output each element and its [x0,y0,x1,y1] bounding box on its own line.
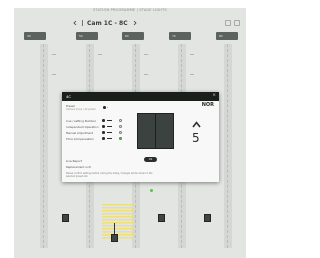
track-lane [40,44,48,248]
preset-sub: Camera move / 4C preset [66,107,96,111]
column-header-6c[interactable]: 6C [122,32,144,40]
screen: STATION PROGRAMME | STAGE LIGHTS Cam 1C … [0,0,258,258]
field-label-2: Independent Operation [66,125,99,129]
field-value-3[interactable] [107,132,112,133]
field-radio-3[interactable] [119,131,122,134]
lane-tick [144,54,148,55]
track-lane [224,44,232,248]
toolbar-button-1[interactable] [225,20,231,26]
field-radio-4-selected[interactable] [119,137,122,140]
lane-tick [98,54,102,55]
lane-tick [144,74,148,75]
status-label: NOR [201,102,214,108]
field-indicator-2 [102,125,105,128]
column-header-row: 4C 5C 6C 7C 8C [24,32,239,40]
column-header-4c[interactable]: 4C [24,32,46,40]
preset-indicator [103,106,106,109]
replacement-link[interactable]: Replacement unit [66,165,91,169]
preset-arrow-icon[interactable]: ▸ [107,106,108,109]
timeline-block[interactable] [158,214,165,222]
dialog-header: 4C × [62,92,219,101]
ok-button[interactable]: Ok [144,157,157,162]
toolbar-button-2[interactable] [234,20,240,26]
page-title: Cam 1C - 8C [87,19,128,27]
lane-tick [190,74,194,75]
column-header-8c[interactable]: 8C [216,32,238,40]
lane-tick [52,74,56,75]
column-label: 5C [79,34,84,38]
highlight-region [102,204,134,240]
status-node[interactable] [150,189,153,192]
field-value-2[interactable] [107,126,112,127]
field-label-3: Manual Adjustment [66,131,94,135]
field-value-1[interactable] [107,120,112,121]
field-indicator-1 [102,119,105,122]
preview-panel [137,113,174,149]
timeline-block[interactable] [204,214,211,222]
window-toolbar [225,20,240,26]
column-label: 7C [172,34,177,38]
column-header-7c[interactable]: 7C [169,32,191,40]
settings-dialog: 4C × Preset Camera move / 4C preset ▸ Cu… [62,92,219,182]
field-label-4: Time Compensation [66,137,94,141]
live-report-link[interactable]: Live Report [66,159,82,163]
column-label: 6C [125,34,130,38]
arrow-left-icon[interactable] [72,20,78,26]
field-radio-2[interactable] [119,125,122,128]
title-divider [82,20,83,26]
column-label: 8C [219,34,224,38]
close-icon[interactable]: × [212,93,216,99]
field-indicator-4 [102,137,105,140]
value-display: 5 [192,131,200,145]
lane-tick [190,54,194,55]
column-header-5c[interactable]: 5C [76,32,98,40]
field-indicator-3 [102,131,105,134]
field-label-1: Cue / setting Number [66,119,96,123]
title-bar: Cam 1C - 8C [72,17,138,29]
lane-tick [52,54,56,55]
timeline-block[interactable] [62,214,69,222]
dialog-title: 4C [66,93,72,99]
field-value-4[interactable] [107,138,112,139]
breadcrumb: STATION PROGRAMME | STAGE LIGHTS [93,8,167,12]
arrow-right-icon[interactable] [132,20,138,26]
panel-divider [155,114,156,148]
dialog-note: Please confirm settings before closing t… [66,172,153,178]
field-radio-1[interactable] [119,119,122,122]
column-label: 4C [27,34,32,38]
chevron-up-icon[interactable] [192,120,201,129]
timeline-block[interactable] [111,234,118,242]
